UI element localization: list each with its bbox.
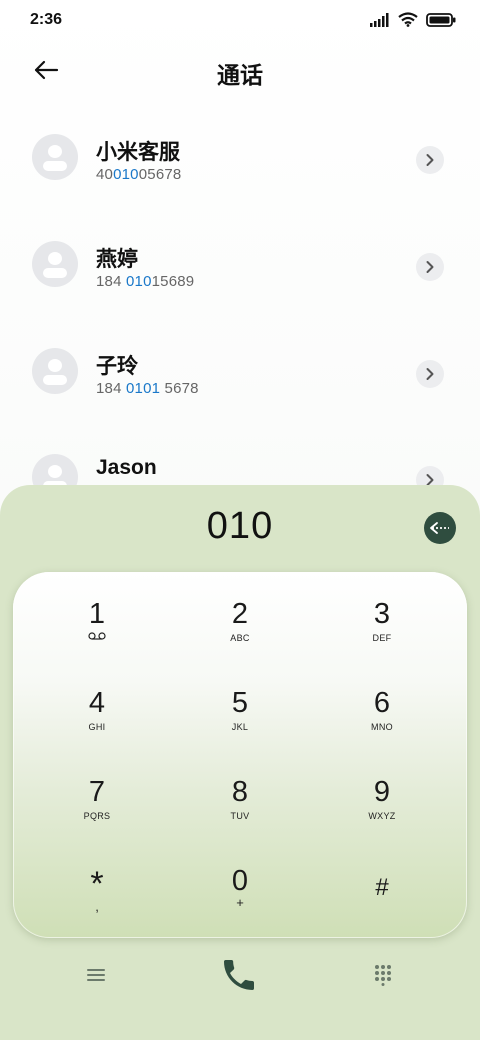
contact-number: 184 0101 5678 bbox=[96, 380, 199, 397]
key-4[interactable]: 4 GHI bbox=[47, 687, 147, 757]
contact-item[interactable]: 子玲 184 0101 5678 bbox=[0, 336, 480, 426]
key-7[interactable]: 7 PQRS bbox=[47, 776, 147, 846]
bottom-action-bar bbox=[0, 940, 480, 1010]
avatar bbox=[32, 348, 78, 394]
signal-icon bbox=[370, 12, 389, 27]
contact-name: 小米客服 bbox=[96, 141, 180, 164]
key-2[interactable]: 2 ABC bbox=[190, 598, 290, 668]
voicemail-icon bbox=[88, 632, 106, 640]
key-3[interactable]: 3 DEF bbox=[332, 598, 432, 668]
chevron-right-icon bbox=[426, 368, 434, 380]
header: 通话 bbox=[0, 44, 480, 96]
keypad: 1 2 ABC 3 DEF 4 GHI 5 JKL 6 MNO 7 PQRS 8… bbox=[13, 572, 467, 938]
contact-detail-button[interactable] bbox=[416, 360, 444, 388]
dialed-number: 010 bbox=[206, 505, 274, 547]
status-time: 2:36 bbox=[30, 11, 63, 28]
chevron-right-icon bbox=[426, 154, 434, 166]
status-bar: 2:36 bbox=[0, 0, 480, 40]
wifi-icon bbox=[398, 12, 418, 27]
chevron-right-icon bbox=[426, 261, 434, 273]
keypad-toggle-button[interactable] bbox=[355, 950, 411, 1000]
avatar bbox=[32, 134, 78, 180]
keypad-grid-icon bbox=[375, 965, 391, 986]
backspace-icon bbox=[430, 522, 449, 534]
contact-detail-button[interactable] bbox=[416, 146, 444, 174]
page-title: 通话 bbox=[217, 62, 263, 88]
contact-number: 184 01015689 bbox=[96, 273, 195, 290]
contact-name: 燕婷 bbox=[96, 248, 138, 271]
key-0[interactable]: 0 + bbox=[190, 865, 290, 935]
key-1[interactable]: 1 bbox=[47, 598, 147, 668]
key-5[interactable]: 5 JKL bbox=[190, 687, 290, 757]
key-star[interactable]: * , bbox=[47, 867, 147, 937]
backspace-button[interactable] bbox=[424, 512, 456, 544]
phone-icon bbox=[224, 960, 254, 990]
call-button[interactable] bbox=[211, 950, 267, 1000]
key-9[interactable]: 9 WXYZ bbox=[332, 776, 432, 846]
contact-name: Jason bbox=[96, 456, 157, 479]
contact-item[interactable]: 小米客服 4001005678 bbox=[0, 122, 480, 212]
avatar bbox=[32, 241, 78, 287]
menu-button[interactable] bbox=[68, 950, 124, 1000]
status-icons bbox=[370, 12, 456, 27]
key-hash[interactable]: # bbox=[332, 872, 432, 942]
battery-icon bbox=[426, 12, 456, 27]
contact-number: 4001005678 bbox=[96, 166, 182, 183]
contact-name: 子玲 bbox=[96, 355, 138, 378]
menu-icon bbox=[87, 969, 105, 981]
contact-detail-button[interactable] bbox=[416, 253, 444, 281]
key-8[interactable]: 8 TUV bbox=[190, 776, 290, 846]
contact-item[interactable]: 燕婷 184 01015689 bbox=[0, 229, 480, 319]
key-6[interactable]: 6 MNO bbox=[332, 687, 432, 757]
